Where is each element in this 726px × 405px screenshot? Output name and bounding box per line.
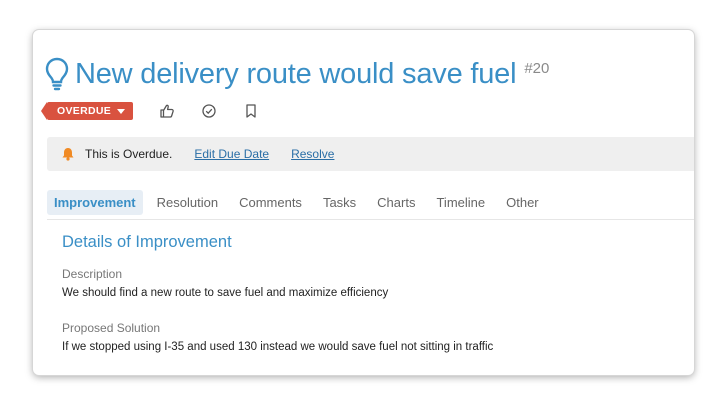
details-panel: Details of Improvement Description We sh… xyxy=(47,219,694,375)
description-label: Description xyxy=(62,267,123,281)
tab-improvement[interactable]: Improvement xyxy=(47,189,143,215)
section-title: Details of Improvement xyxy=(62,233,232,251)
bell-icon xyxy=(61,147,75,161)
issue-title: New delivery route would save fuel xyxy=(75,57,517,90)
overdue-notice: This is Overdue. Edit Due Date Resolve xyxy=(47,137,694,171)
proposed-solution-label: Proposed Solution xyxy=(62,321,161,335)
lightbulb-icon xyxy=(45,57,69,91)
issue-number: #20 xyxy=(524,59,550,77)
edit-due-date-link[interactable]: Edit Due Date xyxy=(194,147,269,161)
status-badge-label: OVERDUE xyxy=(57,105,112,117)
tab-tasks[interactable]: Tasks xyxy=(316,190,363,215)
description-value: We should find a new route to save fuel … xyxy=(62,287,389,299)
proposed-solution-value: If we stopped using I-35 and used 130 in… xyxy=(62,341,494,353)
notice-text: This is Overdue. xyxy=(85,147,173,161)
chevron-down-icon xyxy=(117,108,126,114)
resolve-link[interactable]: Resolve xyxy=(291,147,334,161)
thumbs-up-icon[interactable] xyxy=(159,103,175,119)
tab-other[interactable]: Other xyxy=(499,190,546,215)
title-row: New delivery route would save fuel #20 xyxy=(45,54,549,94)
actions-row: OVERDUE xyxy=(40,100,259,122)
tab-comments[interactable]: Comments xyxy=(232,190,309,215)
issue-card: New delivery route would save fuel #20 O… xyxy=(33,30,694,375)
bookmark-icon[interactable] xyxy=(243,103,259,119)
tab-timeline[interactable]: Timeline xyxy=(429,190,492,215)
status-badge[interactable]: OVERDUE xyxy=(40,102,134,120)
tab-resolution[interactable]: Resolution xyxy=(150,190,225,215)
tab-charts[interactable]: Charts xyxy=(370,190,422,215)
tab-bar: Improvement Resolution Comments Tasks Ch… xyxy=(47,189,553,215)
check-circle-icon[interactable] xyxy=(201,103,217,119)
